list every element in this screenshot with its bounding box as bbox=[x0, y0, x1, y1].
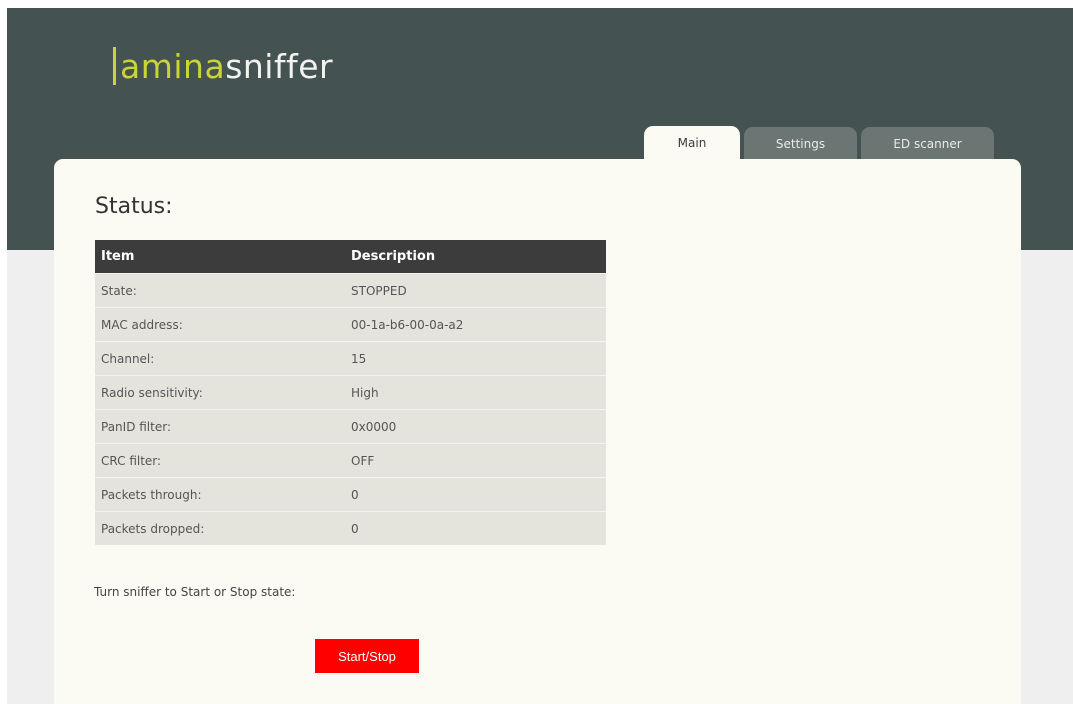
row-value: 00-1a-b6-00-0a-a2 bbox=[345, 307, 606, 342]
row-item: Packets through: bbox=[95, 477, 345, 512]
row-item: Packets dropped: bbox=[95, 511, 345, 545]
main-panel: Status: Item Description State: STOPPED … bbox=[54, 159, 1021, 704]
table-row: Radio sensitivity: High bbox=[95, 375, 606, 410]
table-row: CRC filter: OFF bbox=[95, 443, 606, 478]
row-item: CRC filter: bbox=[95, 443, 345, 478]
row-item: Radio sensitivity: bbox=[95, 375, 345, 410]
row-item: State: bbox=[95, 273, 345, 308]
row-value: STOPPED bbox=[345, 273, 606, 308]
status-table: Item Description State: STOPPED MAC addr… bbox=[95, 240, 606, 545]
table-row: Packets dropped: 0 bbox=[95, 511, 606, 545]
table-row: State: STOPPED bbox=[95, 273, 606, 308]
table-row: MAC address: 00-1a-b6-00-0a-a2 bbox=[95, 307, 606, 342]
tab-settings[interactable]: Settings bbox=[744, 127, 857, 160]
table-row: PanID filter: 0x0000 bbox=[95, 409, 606, 444]
tab-ed-scanner[interactable]: ED scanner bbox=[861, 127, 994, 160]
logo-text-sniffer: sniffer bbox=[225, 46, 334, 86]
table-row: Packets through: 0 bbox=[95, 477, 606, 512]
column-header-description: Description bbox=[345, 240, 606, 274]
row-value: OFF bbox=[345, 443, 606, 478]
logo-text-amina: amina bbox=[120, 46, 226, 86]
start-stop-hint: Turn sniffer to Start or Stop state: bbox=[94, 585, 296, 599]
row-value: 0 bbox=[345, 511, 606, 545]
row-item: Channel: bbox=[95, 341, 345, 376]
status-title: Status: bbox=[95, 194, 173, 219]
logo-bar-icon bbox=[113, 47, 116, 85]
row-value: 15 bbox=[345, 341, 606, 376]
start-stop-button[interactable]: Start/Stop bbox=[315, 639, 419, 673]
logo: amina sniffer bbox=[113, 44, 333, 88]
row-item: MAC address: bbox=[95, 307, 345, 342]
column-header-item: Item bbox=[95, 240, 345, 274]
row-value: 0x0000 bbox=[345, 409, 606, 444]
row-item: PanID filter: bbox=[95, 409, 345, 444]
table-header-row: Item Description bbox=[95, 240, 606, 274]
row-value: 0 bbox=[345, 477, 606, 512]
row-value: High bbox=[345, 375, 606, 410]
table-row: Channel: 15 bbox=[95, 341, 606, 376]
tab-main[interactable]: Main bbox=[644, 126, 740, 160]
